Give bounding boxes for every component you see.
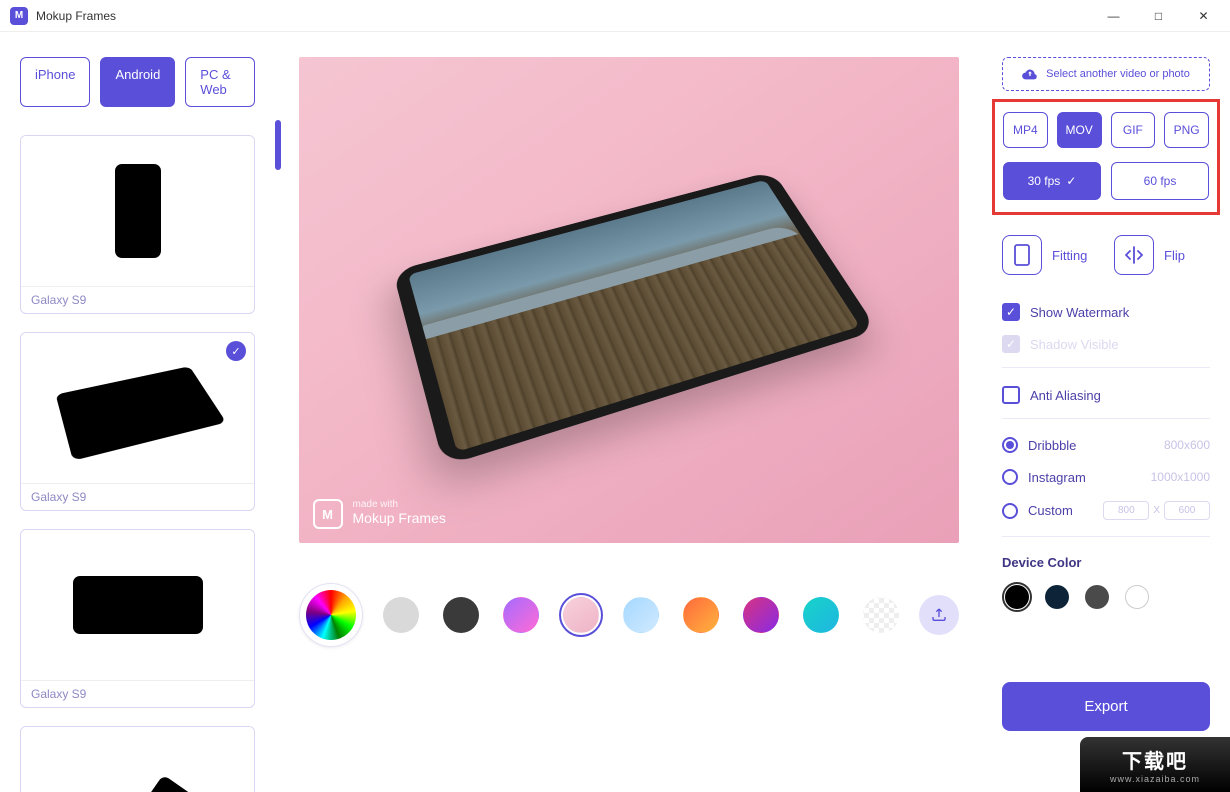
flip-button[interactable]: Flip bbox=[1114, 235, 1210, 275]
format-png[interactable]: PNG bbox=[1164, 112, 1209, 148]
size-dribbble-dim: 800x600 bbox=[1164, 438, 1210, 452]
size-instagram-label: Instagram bbox=[1028, 470, 1086, 485]
device-card-4[interactable] bbox=[20, 726, 255, 792]
dimension-separator: X bbox=[1153, 505, 1160, 516]
size-custom[interactable]: Custom X bbox=[1002, 501, 1210, 520]
format-row: MP4 MOV GIF PNG bbox=[1003, 112, 1209, 148]
maximize-button[interactable]: □ bbox=[1136, 1, 1181, 31]
shadow-visible-label: Shadow Visible bbox=[1030, 337, 1119, 352]
fps-row: 30 fps✓ 60 fps bbox=[1003, 162, 1209, 200]
swatch-lightblue[interactable] bbox=[623, 597, 659, 633]
cloud-upload-icon bbox=[1022, 68, 1038, 80]
checkbox-icon bbox=[1002, 386, 1020, 404]
show-watermark-toggle[interactable]: ✓ Show Watermark bbox=[1002, 303, 1210, 321]
custom-height-input[interactable] bbox=[1164, 501, 1210, 520]
swatch-pink[interactable] bbox=[563, 597, 599, 633]
app-icon: M bbox=[10, 7, 28, 25]
selected-check-icon: ✓ bbox=[226, 341, 246, 361]
divider bbox=[1002, 536, 1210, 537]
color-wheel-button[interactable] bbox=[299, 583, 363, 647]
footer-title: 下载吧 bbox=[1122, 745, 1188, 774]
tab-iphone[interactable]: iPhone bbox=[20, 57, 90, 107]
show-watermark-label: Show Watermark bbox=[1030, 305, 1129, 320]
checkbox-icon: ✓ bbox=[1002, 303, 1020, 321]
mockup-preview[interactable]: M made with Mokup Frames bbox=[299, 57, 959, 543]
device-color-row bbox=[1002, 582, 1210, 612]
footer-badge: 下载吧 www.xiazaiba.com bbox=[1080, 737, 1230, 792]
device-card-3[interactable]: Galaxy S9 bbox=[20, 529, 255, 708]
size-custom-label: Custom bbox=[1028, 503, 1073, 518]
tab-android[interactable]: Android bbox=[100, 57, 175, 107]
swatch-dark[interactable] bbox=[443, 597, 479, 633]
settings-panel: Select another video or photo MP4 MOV GI… bbox=[982, 32, 1230, 792]
device-color-navy[interactable] bbox=[1045, 585, 1069, 609]
format-gif[interactable]: GIF bbox=[1111, 112, 1156, 148]
swatch-orange[interactable] bbox=[683, 597, 719, 633]
sidebar-drag-handle[interactable] bbox=[275, 120, 281, 170]
device-label: Galaxy S9 bbox=[21, 680, 254, 707]
device-list: Galaxy S9 ✓ Galaxy S9 Galaxy S9 bbox=[20, 135, 255, 792]
fps-30[interactable]: 30 fps✓ bbox=[1003, 162, 1101, 200]
checkbox-icon: ✓ bbox=[1002, 335, 1020, 353]
device-label: Galaxy S9 bbox=[21, 483, 254, 510]
divider bbox=[1002, 418, 1210, 419]
swatch-teal[interactable] bbox=[803, 597, 839, 633]
device-color-title: Device Color bbox=[1002, 555, 1210, 570]
watermark-icon: M bbox=[313, 499, 343, 529]
app-title: Mokup Frames bbox=[36, 9, 116, 23]
size-instagram[interactable]: Instagram 1000x1000 bbox=[1002, 469, 1210, 485]
device-color-gray[interactable] bbox=[1085, 585, 1109, 609]
upload-background-button[interactable] bbox=[919, 595, 959, 635]
footer-url: www.xiazaiba.com bbox=[1110, 774, 1200, 784]
device-color-black[interactable] bbox=[1005, 585, 1029, 609]
watermark: M made with Mokup Frames bbox=[313, 499, 446, 529]
tab-pcweb[interactable]: PC & Web bbox=[185, 57, 255, 107]
divider bbox=[1002, 367, 1210, 368]
swatch-transparent[interactable] bbox=[863, 597, 899, 633]
size-dribbble[interactable]: Dribbble 800x600 bbox=[1002, 437, 1210, 453]
select-media-button[interactable]: Select another video or photo bbox=[1002, 57, 1210, 91]
select-media-label: Select another video or photo bbox=[1046, 68, 1190, 80]
window-controls: — □ ✕ bbox=[1091, 1, 1226, 31]
preview-pane: M made with Mokup Frames bbox=[275, 32, 982, 792]
fps-60[interactable]: 60 fps bbox=[1111, 162, 1209, 200]
anti-aliasing-label: Anti Aliasing bbox=[1030, 388, 1101, 403]
radio-icon bbox=[1002, 469, 1018, 485]
flip-icon bbox=[1123, 246, 1145, 264]
radio-icon bbox=[1002, 437, 1018, 453]
close-button[interactable]: ✕ bbox=[1181, 1, 1226, 31]
fitting-icon bbox=[1013, 243, 1031, 267]
watermark-line1: made with bbox=[353, 500, 446, 510]
background-color-row bbox=[299, 583, 959, 647]
transform-controls: Fitting Flip bbox=[1002, 235, 1210, 275]
device-card-1[interactable]: Galaxy S9 bbox=[20, 135, 255, 314]
check-icon: ✓ bbox=[1066, 174, 1076, 188]
fitting-button[interactable]: Fitting bbox=[1002, 235, 1098, 275]
shadow-visible-toggle: ✓ Shadow Visible bbox=[1002, 335, 1210, 353]
mockup-device bbox=[392, 171, 877, 466]
export-settings-highlight: MP4 MOV GIF PNG 30 fps✓ 60 fps bbox=[992, 99, 1220, 215]
size-dribbble-label: Dribbble bbox=[1028, 438, 1076, 453]
titlebar: M Mokup Frames — □ ✕ bbox=[0, 0, 1230, 32]
swatch-gray[interactable] bbox=[383, 597, 419, 633]
format-mov[interactable]: MOV bbox=[1057, 112, 1102, 148]
swatch-purple[interactable] bbox=[503, 597, 539, 633]
flip-label: Flip bbox=[1164, 248, 1185, 263]
device-color-white[interactable] bbox=[1125, 585, 1149, 609]
export-button[interactable]: Export bbox=[1002, 682, 1210, 731]
sidebar: iPhone Android PC & Web Galaxy S9 ✓ Gala… bbox=[0, 32, 275, 792]
anti-aliasing-toggle[interactable]: Anti Aliasing bbox=[1002, 386, 1210, 404]
swatch-magenta[interactable] bbox=[743, 597, 779, 633]
fitting-label: Fitting bbox=[1052, 248, 1087, 263]
minimize-button[interactable]: — bbox=[1091, 1, 1136, 31]
platform-tabs: iPhone Android PC & Web bbox=[20, 57, 255, 107]
device-card-2[interactable]: ✓ Galaxy S9 bbox=[20, 332, 255, 511]
device-label: Galaxy S9 bbox=[21, 286, 254, 313]
custom-width-input[interactable] bbox=[1103, 501, 1149, 520]
radio-icon bbox=[1002, 503, 1018, 519]
watermark-line2: Mokup Frames bbox=[353, 510, 446, 526]
format-mp4[interactable]: MP4 bbox=[1003, 112, 1048, 148]
size-instagram-dim: 1000x1000 bbox=[1151, 470, 1210, 484]
mockup-screen bbox=[408, 180, 860, 452]
